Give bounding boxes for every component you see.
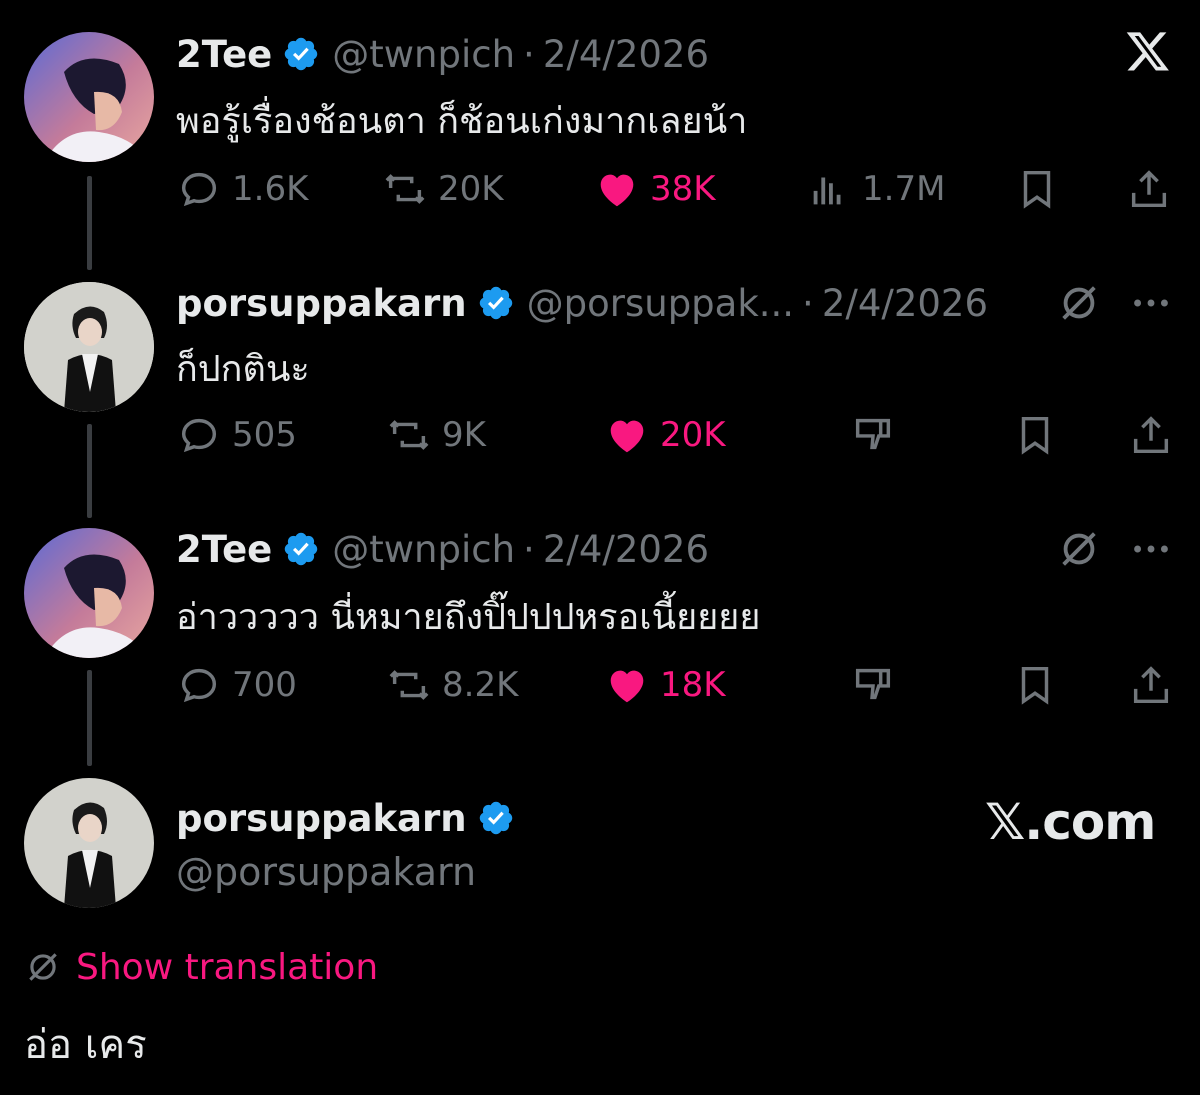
more-button[interactable] xyxy=(1128,278,1174,328)
reply-button[interactable]: 700 xyxy=(176,658,297,712)
views-icon xyxy=(813,177,841,205)
reply-icon xyxy=(181,172,217,207)
show-translation-button[interactable]: Show translation xyxy=(24,944,378,990)
tweet-header: 2Tee @twnpich · 2/4/2026 xyxy=(176,524,709,574)
action-bar: 700 8.2K 18K xyxy=(176,658,1176,712)
display-name[interactable]: porsuppakarn xyxy=(176,797,467,840)
thread-line xyxy=(87,424,92,518)
bookmark-button[interactable] xyxy=(1012,658,1058,712)
share-button[interactable] xyxy=(1128,408,1174,462)
like-count: 38K xyxy=(650,169,716,209)
share-button[interactable] xyxy=(1126,162,1172,216)
timestamp[interactable]: 2/4/2026 xyxy=(543,528,709,571)
timestamp[interactable]: 2/4/2026 xyxy=(543,33,709,76)
reply-icon xyxy=(181,668,217,703)
handle[interactable]: @twnpich xyxy=(332,528,515,571)
retweet-button[interactable]: 20K xyxy=(382,162,504,216)
more-button[interactable] xyxy=(1128,524,1174,574)
reply-icon xyxy=(181,418,217,453)
bookmark-icon xyxy=(1021,416,1049,455)
verified-badge-icon xyxy=(477,284,515,322)
watermark: 𝕏.com xyxy=(985,793,1156,851)
thread-line xyxy=(87,176,92,270)
avatar[interactable] xyxy=(24,528,154,658)
like-count: 18K xyxy=(660,665,726,705)
more-icon xyxy=(1134,545,1168,553)
views-count: 1.7M xyxy=(862,169,946,209)
bookmark-icon xyxy=(1023,170,1051,209)
avatar[interactable] xyxy=(24,778,154,908)
like-button[interactable]: 20K xyxy=(604,408,726,462)
reply-button[interactable]: 505 xyxy=(176,408,297,462)
thread-line xyxy=(87,670,92,766)
bookmark-icon xyxy=(1021,666,1049,705)
downvote-button[interactable] xyxy=(850,658,896,712)
verified-badge-icon xyxy=(282,35,320,73)
retweet-count: 9K xyxy=(442,415,486,455)
separator-dot: · xyxy=(523,32,535,76)
tweet-header: porsuppakarn @porsuppak... · 2/4/2026 xyxy=(176,278,988,328)
separator-dot: · xyxy=(802,281,814,325)
display-name[interactable]: 2Tee xyxy=(176,528,272,571)
translate-icon xyxy=(1062,532,1096,566)
verified-badge-icon xyxy=(477,799,515,837)
share-icon xyxy=(1133,666,1169,704)
retweet-button[interactable]: 9K xyxy=(386,408,486,462)
bookmark-button[interactable] xyxy=(1012,408,1058,462)
translate-button[interactable] xyxy=(1056,278,1102,328)
tweet-text: อ่าววววว นี่หมายถึงปิ๊ปปปหรอเนี้ยยยย xyxy=(176,597,761,638)
bookmark-button[interactable] xyxy=(1014,162,1060,216)
action-bar: 505 9K 20K xyxy=(176,408,1176,462)
handle[interactable]: @porsuppakarn xyxy=(176,850,476,894)
downvote-button[interactable] xyxy=(850,408,896,462)
reply-count: 700 xyxy=(232,665,297,705)
share-button[interactable] xyxy=(1128,658,1174,712)
translate-icon xyxy=(29,953,57,981)
retweet-icon xyxy=(385,174,425,204)
retweet-count: 20K xyxy=(438,169,504,209)
tweet-text: อ่อ เคร xyxy=(24,1022,147,1068)
handle[interactable]: @twnpich xyxy=(332,33,515,76)
heart-icon xyxy=(600,174,634,207)
like-count: 20K xyxy=(660,415,726,455)
retweet-count: 8.2K xyxy=(442,665,519,705)
downvote-icon xyxy=(855,418,891,450)
more-icon xyxy=(1134,299,1168,307)
display-name[interactable]: porsuppakarn xyxy=(176,282,467,325)
reply-count: 1.6K xyxy=(232,169,309,209)
views-button[interactable]: 1.7M xyxy=(806,162,945,216)
heart-icon xyxy=(610,420,644,453)
translate-button[interactable] xyxy=(1056,524,1102,574)
heart-icon xyxy=(610,670,644,703)
retweet-icon xyxy=(389,670,429,700)
show-translation-label: Show translation xyxy=(76,946,379,988)
like-button[interactable]: 38K xyxy=(594,162,716,216)
x-logo-icon[interactable] xyxy=(1125,28,1171,74)
like-button[interactable]: 18K xyxy=(604,658,726,712)
tweet-header: porsuppakarn xyxy=(176,792,527,844)
tweet-text: ก็ปกตินะ xyxy=(176,349,310,390)
handle[interactable]: @porsuppak... xyxy=(527,282,794,325)
reply-count: 505 xyxy=(232,415,297,455)
display-name[interactable]: 2Tee xyxy=(176,33,272,76)
separator-dot: · xyxy=(523,527,535,571)
timestamp[interactable]: 2/4/2026 xyxy=(822,282,988,325)
share-icon xyxy=(1131,170,1167,208)
share-icon xyxy=(1133,416,1169,454)
avatar[interactable] xyxy=(24,32,154,162)
translate-icon xyxy=(1062,286,1096,320)
downvote-icon xyxy=(855,668,891,700)
tweet-text: พอรู้เรื่องช้อนตา ก็ช้อนเก่งมากเลยน้า xyxy=(176,101,748,142)
avatar[interactable] xyxy=(24,282,154,412)
action-bar: 1.6K 20K 38K 1.7M xyxy=(176,162,1176,216)
retweet-button[interactable]: 8.2K xyxy=(386,658,518,712)
reply-button[interactable]: 1.6K xyxy=(176,162,308,216)
tweet-header: 2Tee @twnpich · 2/4/2026 xyxy=(176,29,709,79)
verified-badge-icon xyxy=(282,530,320,568)
retweet-icon xyxy=(389,420,429,450)
